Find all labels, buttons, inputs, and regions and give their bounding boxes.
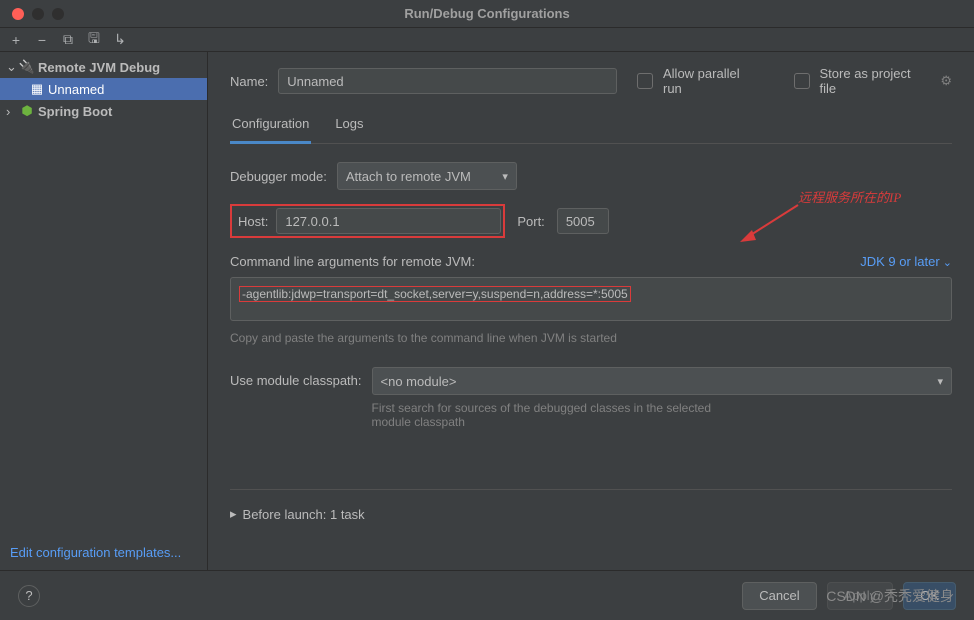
debugger-mode-value: Attach to remote JVM <box>346 169 471 184</box>
module-select[interactable]: <no module> <box>372 367 952 395</box>
tabs: Configuration Logs <box>230 110 952 144</box>
module-hint: First search for sources of the debugged… <box>372 401 752 429</box>
cmd-args-box[interactable]: -agentlib:jdwp=transport=dt_socket,serve… <box>230 277 952 321</box>
chevron-down-icon: ⌄ <box>6 59 16 75</box>
allow-parallel-label: Allow parallel run <box>663 66 762 96</box>
cmd-args-header: Command line arguments for remote JVM: J… <box>230 254 952 269</box>
store-project-checkbox[interactable] <box>794 73 810 89</box>
window-title: Run/Debug Configurations <box>0 6 974 21</box>
host-label: Host: <box>234 214 268 229</box>
cancel-button[interactable]: Cancel <box>742 582 816 610</box>
help-button[interactable]: ? <box>18 585 40 607</box>
debugger-mode-row: Debugger mode: Attach to remote JVM <box>230 162 952 190</box>
copy-config-icon[interactable]: ⧉ <box>60 32 76 48</box>
tab-logs[interactable]: Logs <box>333 110 365 143</box>
separator <box>230 489 952 490</box>
host-input[interactable] <box>276 208 501 234</box>
ok-button[interactable]: OK <box>903 582 956 610</box>
titlebar: Run/Debug Configurations <box>0 0 974 28</box>
module-row: Use module classpath: <no module> First … <box>230 367 952 429</box>
debugger-mode-select[interactable]: Attach to remote JVM <box>337 162 517 190</box>
tree-item-unnamed[interactable]: ▦ Unnamed <box>0 78 207 100</box>
window-controls <box>0 8 64 20</box>
edit-templates-link[interactable]: Edit configuration templates... <box>0 535 207 570</box>
minimize-window-icon[interactable] <box>32 8 44 20</box>
config-icon: ▦ <box>30 82 44 96</box>
name-label: Name: <box>230 74 268 89</box>
allow-parallel-checkbox[interactable] <box>637 73 653 89</box>
content-panel: Name: Allow parallel run Store as projec… <box>208 52 974 570</box>
tree-label: Unnamed <box>48 82 104 97</box>
module-value: <no module> <box>381 374 457 389</box>
spring-icon: ⬢ <box>20 104 34 118</box>
port-input[interactable] <box>557 208 609 234</box>
footer: ? Cancel Apply OK <box>0 570 974 620</box>
move-config-icon[interactable]: ↳ <box>112 32 128 48</box>
name-row: Name: Allow parallel run Store as projec… <box>230 66 952 96</box>
debug-icon: 🔌 <box>20 60 34 74</box>
maximize-window-icon[interactable] <box>52 8 64 20</box>
before-launch-label: Before launch: 1 task <box>243 507 365 522</box>
before-launch-section[interactable]: ▸ Before launch: 1 task <box>230 506 952 522</box>
tree-item-remote-jvm-debug[interactable]: ⌄ 🔌 Remote JVM Debug <box>0 56 207 78</box>
main-area: ⌄ 🔌 Remote JVM Debug ▦ Unnamed › ⬢ Sprin… <box>0 52 974 570</box>
port-label: Port: <box>517 214 544 229</box>
tree-label: Spring Boot <box>38 104 112 119</box>
sidebar: ⌄ 🔌 Remote JVM Debug ▦ Unnamed › ⬢ Sprin… <box>0 52 208 570</box>
toolbar: + − ⧉ 🖫 ↳ <box>0 28 974 52</box>
gear-icon[interactable]: ⚙ <box>940 73 952 89</box>
add-config-icon[interactable]: + <box>8 32 24 48</box>
cmd-args-label: Command line arguments for remote JVM: <box>230 254 475 269</box>
host-highlight: Host: <box>230 204 505 238</box>
module-label: Use module classpath: <box>230 367 362 388</box>
host-port-row: Host: Port: <box>230 204 952 238</box>
save-config-icon[interactable]: 🖫 <box>86 32 102 48</box>
close-window-icon[interactable] <box>12 8 24 20</box>
tab-configuration[interactable]: Configuration <box>230 110 311 144</box>
store-project-label: Store as project file <box>820 66 931 96</box>
tree-label: Remote JVM Debug <box>38 60 160 75</box>
cmd-args-hint: Copy and paste the arguments to the comm… <box>230 331 952 345</box>
cmd-args-text: -agentlib:jdwp=transport=dt_socket,serve… <box>239 286 631 302</box>
tree-item-spring-boot[interactable]: › ⬢ Spring Boot <box>0 100 207 122</box>
apply-button[interactable]: Apply <box>827 582 894 610</box>
jdk-version-link[interactable]: JDK 9 or later <box>860 254 952 269</box>
chevron-right-icon: ▸ <box>230 506 237 522</box>
debugger-mode-label: Debugger mode: <box>230 169 327 184</box>
chevron-right-icon: › <box>6 104 16 119</box>
remove-config-icon[interactable]: − <box>34 32 50 48</box>
name-input[interactable] <box>278 68 617 94</box>
